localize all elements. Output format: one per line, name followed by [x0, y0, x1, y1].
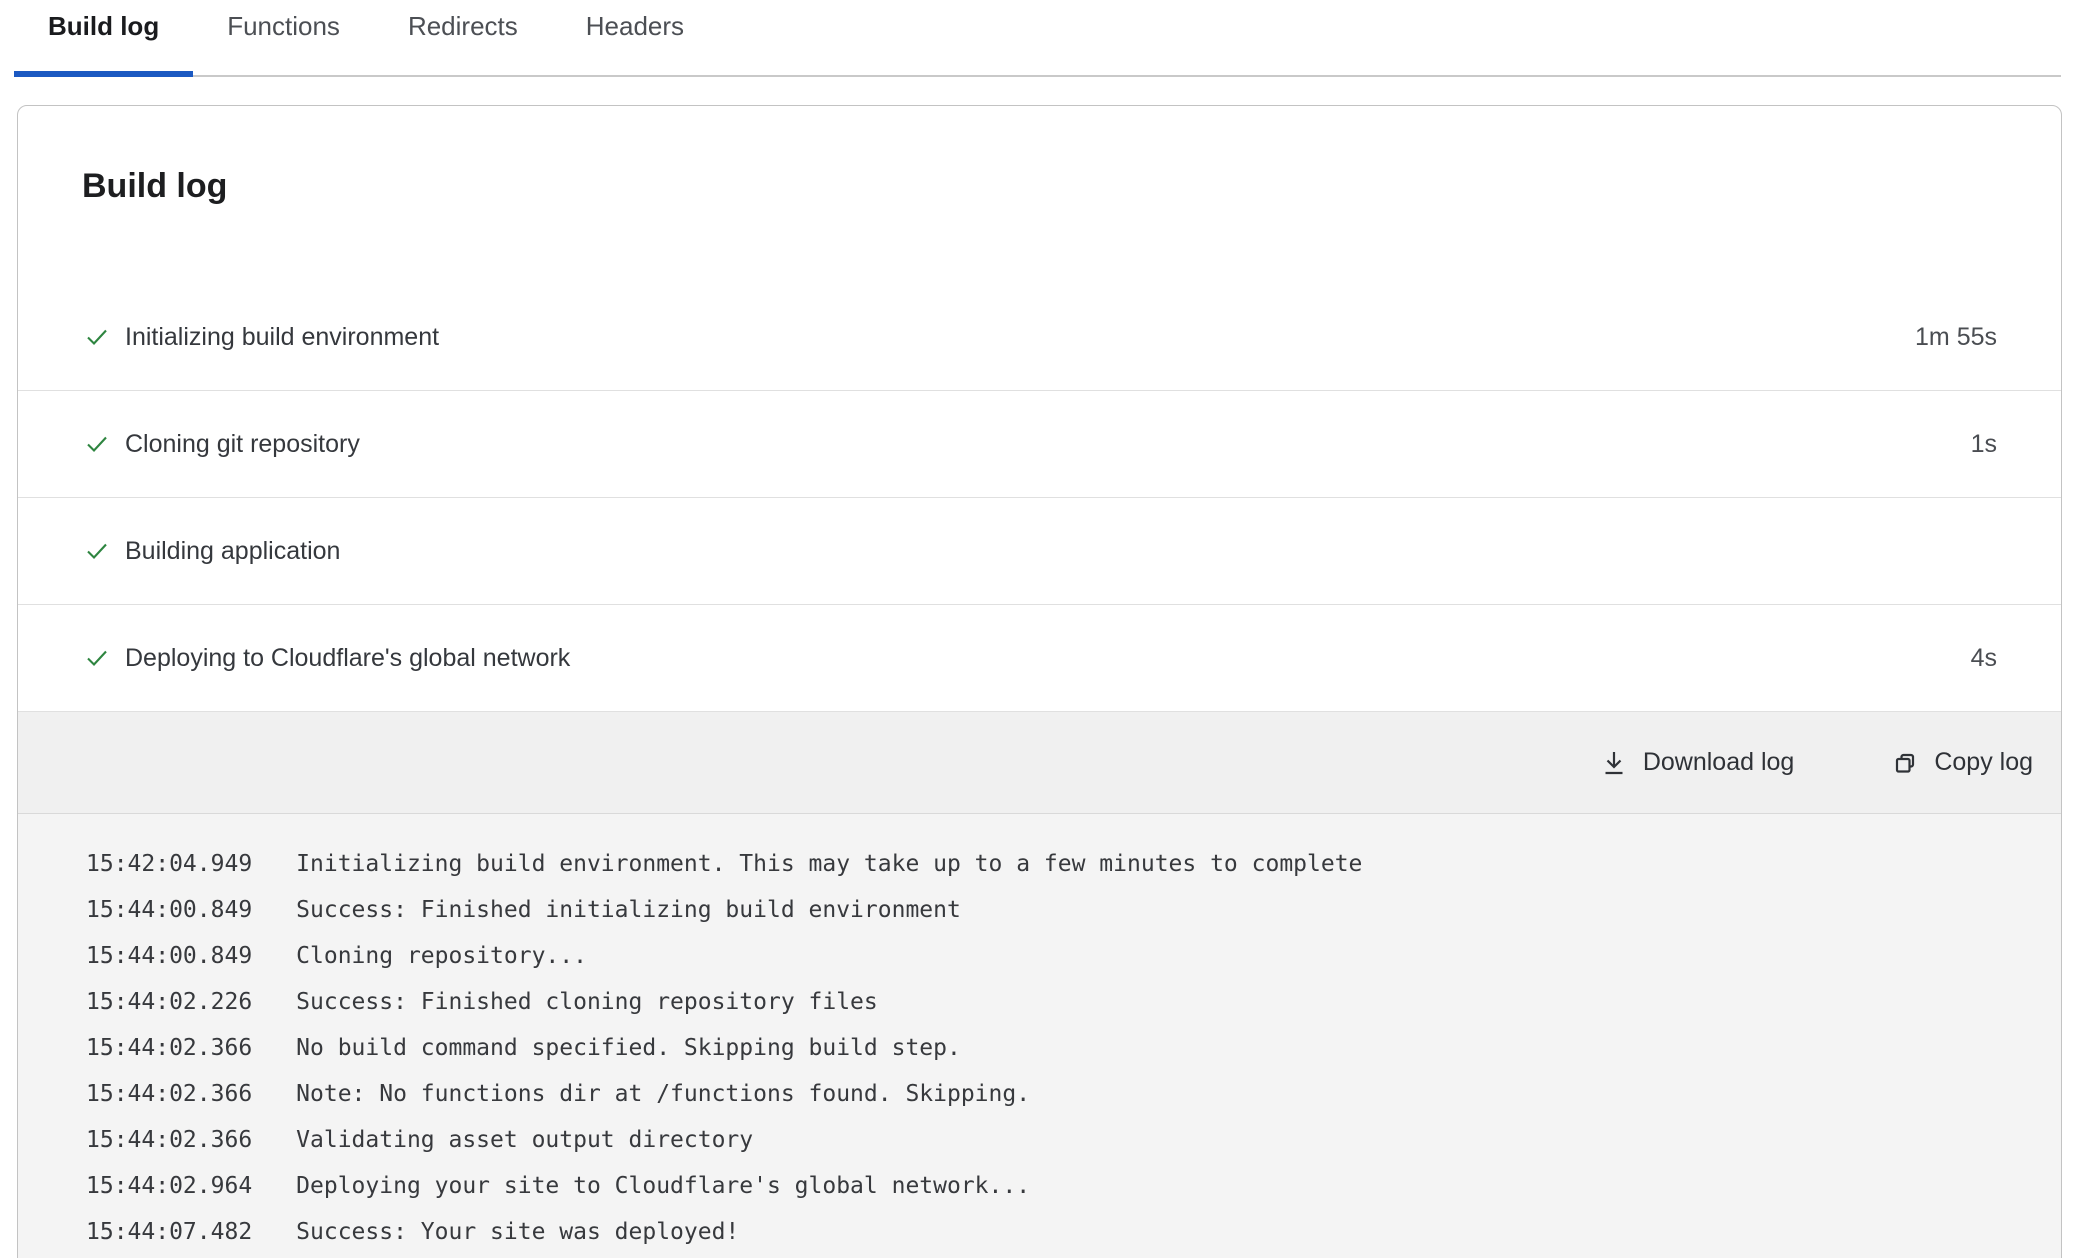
step-label: Deploying to Cloudflare's global network	[125, 644, 570, 673]
page-title: Build log	[18, 106, 2061, 208]
build-step-deploying[interactable]: Deploying to Cloudflare's global network…	[18, 605, 2061, 712]
log-line: 15:44:07.482 Success: Your site was depl…	[86, 1209, 2021, 1255]
check-icon	[82, 322, 112, 352]
step-label: Initializing build environment	[125, 323, 439, 352]
tab-build-log[interactable]: Build log	[14, 0, 193, 75]
step-label: Building application	[125, 537, 340, 566]
log-timestamp: 15:42:04.949	[86, 841, 252, 887]
deployment-detail-tabs: Build log Functions Redirects Headers	[14, 0, 2061, 77]
log-message: Success: Your site was deployed!	[296, 1209, 2021, 1255]
step-label: Cloning git repository	[125, 430, 360, 459]
copy-icon	[1890, 748, 1920, 778]
log-line: 15:44:00.849 Success: Finished initializ…	[86, 887, 2021, 933]
log-timestamp: 15:44:02.226	[86, 979, 252, 1025]
tab-redirects[interactable]: Redirects	[374, 0, 552, 75]
log-line: 15:44:02.366 Validating asset output dir…	[86, 1117, 2021, 1163]
check-icon	[82, 536, 112, 566]
log-timestamp: 15:44:00.849	[86, 933, 252, 979]
download-log-label: Download log	[1643, 748, 1795, 777]
check-icon	[82, 643, 112, 673]
log-message: Success: Finished cloning repository fil…	[296, 979, 2021, 1025]
build-log-output[interactable]: 15:42:04.949 Initializing build environm…	[18, 814, 2061, 1258]
log-line: 15:44:02.366 No build command specified.…	[86, 1025, 2021, 1071]
step-duration: 1m 55s	[1915, 323, 1997, 352]
log-line: 15:42:04.949 Initializing build environm…	[86, 841, 2021, 887]
check-icon	[82, 429, 112, 459]
tab-headers[interactable]: Headers	[552, 0, 718, 75]
log-timestamp: 15:44:02.366	[86, 1071, 252, 1117]
log-line: 15:44:02.964 Deploying your site to Clou…	[86, 1163, 2021, 1209]
copy-log-label: Copy log	[1934, 748, 2033, 777]
download-icon	[1599, 748, 1629, 778]
log-timestamp: 15:44:02.964	[86, 1163, 252, 1209]
log-timestamp: 15:44:07.482	[86, 1209, 252, 1255]
log-message: Deploying your site to Cloudflare's glob…	[296, 1163, 2021, 1209]
build-step-cloning[interactable]: Cloning git repository 1s	[18, 391, 2061, 498]
step-duration: 4s	[1971, 644, 1997, 673]
build-step-building[interactable]: Building application	[18, 498, 2061, 605]
log-timestamp: 15:44:02.366	[86, 1025, 252, 1071]
log-message: Note: No functions dir at /functions fou…	[296, 1071, 2021, 1117]
log-line: 15:44:00.849 Cloning repository...	[86, 933, 2021, 979]
build-step-initializing[interactable]: Initializing build environment 1m 55s	[18, 284, 2061, 391]
log-message: Validating asset output directory	[296, 1117, 2021, 1163]
log-toolbar: Download log Copy log	[18, 712, 2061, 814]
download-log-button[interactable]: Download log	[1599, 748, 1795, 778]
log-message: No build command specified. Skipping bui…	[296, 1025, 2021, 1071]
tab-functions[interactable]: Functions	[193, 0, 374, 75]
log-line: 15:44:02.226 Success: Finished cloning r…	[86, 979, 2021, 1025]
step-duration: 1s	[1971, 430, 1997, 459]
log-timestamp: 15:44:00.849	[86, 887, 252, 933]
copy-log-button[interactable]: Copy log	[1890, 748, 2033, 778]
build-steps-list: Initializing build environment 1m 55s Cl…	[18, 284, 2061, 712]
log-message: Cloning repository...	[296, 933, 2021, 979]
log-timestamp: 15:44:02.366	[86, 1117, 252, 1163]
log-message: Initializing build environment. This may…	[296, 841, 2021, 887]
build-log-card: Build log Initializing build environment…	[17, 105, 2062, 1258]
log-message: Success: Finished initializing build env…	[296, 887, 2021, 933]
log-line: 15:44:02.366 Note: No functions dir at /…	[86, 1071, 2021, 1117]
